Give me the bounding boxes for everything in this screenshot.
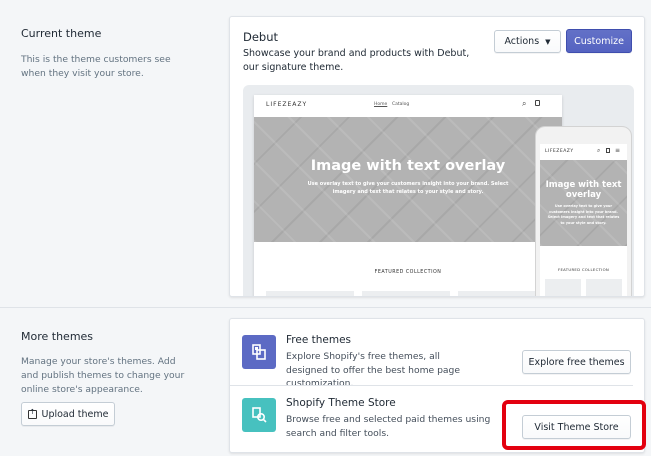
phone-hero-subtitle: Use overlay text to give your customers … xyxy=(547,204,620,225)
phone-product-thumb xyxy=(586,279,622,296)
theme-description: Showcase your brand and products with De… xyxy=(243,48,470,73)
theme-name: Debut xyxy=(243,30,279,44)
preview-nav-catalog: Catalog xyxy=(392,102,410,107)
theme-store-icon xyxy=(242,398,276,432)
phone-menu-icon: ≡ xyxy=(615,147,621,154)
preview-search-icon: ⌕ xyxy=(522,99,527,108)
free-themes-icon xyxy=(242,335,276,369)
preview-hero-title: Image with text overlay xyxy=(310,158,506,174)
preview-product-thumb xyxy=(362,291,450,296)
preview-cart-icon xyxy=(535,100,540,106)
theme-layout-icon xyxy=(252,344,266,360)
current-theme-card: Debut Showcase your brand and products w… xyxy=(229,16,645,297)
upload-theme-button[interactable]: ↑ Upload theme xyxy=(21,402,115,426)
preview-hero: Image with text overlay Use overlay text… xyxy=(254,117,562,242)
actions-button[interactable]: Actions ▼ xyxy=(494,30,561,53)
preview-product-thumb xyxy=(458,291,546,296)
preview-hero-subtitle: Use overlay text to give your customers … xyxy=(307,181,509,195)
actions-label: Actions xyxy=(504,36,540,47)
section-divider xyxy=(0,307,651,308)
phone-logo: LIFEZEAZY xyxy=(545,149,574,154)
current-theme-description: This is the theme customers see when the… xyxy=(21,54,171,79)
explore-free-themes-button[interactable]: Explore free themes xyxy=(522,350,631,374)
phone-search-icon: ⌕ xyxy=(597,147,601,154)
preview-featured-heading: FEATURED COLLECTION xyxy=(374,270,442,275)
current-theme-heading: Current theme xyxy=(21,27,102,40)
customize-button[interactable]: Customize xyxy=(566,29,632,53)
preview-nav-home: Home xyxy=(374,102,388,107)
theme-store-title: Shopify Theme Store xyxy=(286,397,396,409)
preview-logo: LIFEZEAZY xyxy=(266,101,308,108)
upload-icon: ↑ xyxy=(27,408,37,419)
highlight-box xyxy=(502,400,646,450)
desktop-preview: LIFEZEAZY Home Catalog ⌕ Image with text… xyxy=(254,95,562,296)
phone-product-thumb xyxy=(545,279,581,296)
more-themes-heading: More themes xyxy=(21,330,94,343)
phone-cart-icon xyxy=(606,148,610,153)
phone-featured-heading: FEATURED COLLECTION xyxy=(557,267,610,272)
upload-theme-label: Upload theme xyxy=(41,408,109,420)
theme-store-description: Browse free and selected paid themes usi… xyxy=(286,414,491,439)
caret-down-icon: ▼ xyxy=(545,37,551,46)
row-divider xyxy=(230,385,633,386)
theme-preview: LIFEZEAZY Home Catalog ⌕ Image with text… xyxy=(243,85,634,296)
preview-product-thumb xyxy=(266,291,354,296)
more-themes-description: Manage your store's themes. Add and publ… xyxy=(21,356,185,395)
phone-hero: Image with text overlay Use overlay text… xyxy=(540,160,627,246)
theme-search-icon xyxy=(252,407,267,423)
phone-preview: LIFEZEAZY ⌕ ≡ Image with text overlay Us… xyxy=(535,126,632,296)
phone-hero-title: Image with text overlay xyxy=(545,180,622,200)
free-themes-title: Free themes xyxy=(286,334,352,346)
phone-screen: LIFEZEAZY ⌕ ≡ Image with text overlay Us… xyxy=(540,144,627,296)
